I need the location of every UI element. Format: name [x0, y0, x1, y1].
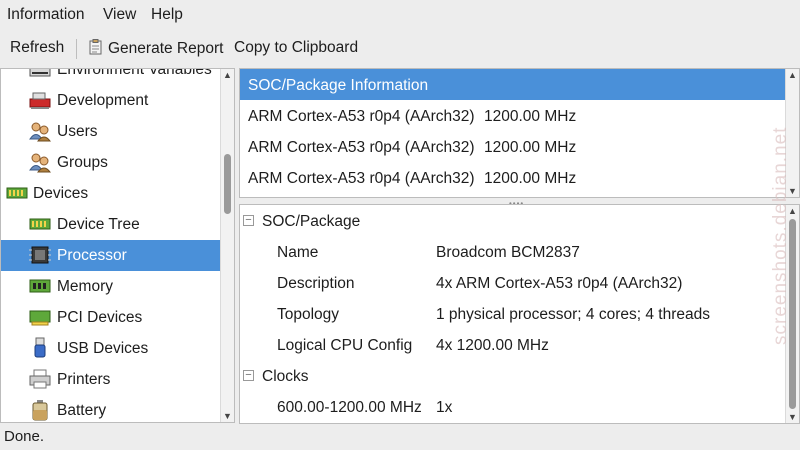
toolbar-separator — [76, 39, 77, 59]
property-row: Name Broadcom BCM2837 — [240, 237, 786, 268]
refresh-button[interactable]: Refresh — [10, 39, 64, 57]
scroll-down-icon[interactable]: ▼ — [223, 411, 232, 421]
property-value: 4x ARM Cortex-A53 r0p4 (AArch32) — [436, 275, 683, 292]
sidebar-item-label: Devices — [33, 185, 89, 202]
collapse-icon[interactable]: − — [243, 215, 254, 226]
sidebar-item-printers[interactable]: Printers — [1, 364, 221, 395]
sidebar-item-label: Battery — [57, 402, 107, 419]
sidebar-item-environment-variables[interactable]: Environment Variables — [1, 68, 221, 85]
section-title: Clocks — [262, 368, 309, 385]
users-icon — [29, 120, 52, 142]
battery-icon — [29, 399, 51, 421]
devices-icon — [6, 182, 28, 204]
processor-row[interactable]: ARM Cortex-A53 r0p4 (AArch32) 1200.00 MH… — [240, 131, 786, 162]
sidebar-item-label: Environment Variables — [57, 68, 212, 78]
property-row: 600.00-1200.00 MHz 1x — [240, 392, 786, 423]
copy-to-clipboard-button[interactable]: Copy to Clipboard — [234, 39, 358, 57]
sidebar-item-label: Printers — [57, 371, 111, 388]
pci-icon — [29, 306, 51, 328]
groups-icon — [29, 151, 52, 173]
row-name: ARM Cortex-A53 r0p4 (AArch32) — [248, 108, 475, 125]
details-pane: − SOC/Package Name Broadcom BCM2837 Desc… — [239, 204, 800, 424]
section-title: SOC/Package — [262, 213, 361, 230]
sidebar-item-users[interactable]: Users — [1, 116, 221, 147]
processor-row[interactable]: ARM Cortex-A53 r0p4 (AArch32) 1200.00 MH… — [240, 100, 786, 131]
sidebar-item-label: USB Devices — [57, 340, 149, 357]
watermark: screenshots.debian.net — [770, 126, 791, 345]
property-key: Name — [277, 244, 319, 261]
sidebar-item-development[interactable]: Development — [1, 85, 221, 116]
property-value: 1 physical processor; 4 cores; 4 threads — [436, 306, 710, 323]
menu-bar: Information View Help — [0, 0, 800, 30]
report-icon — [89, 39, 102, 55]
property-value: 1x — [436, 399, 453, 416]
property-key: Logical CPU Config — [277, 337, 413, 354]
sidebar-item-label: Memory — [57, 278, 113, 295]
toolbar: Refresh Generate Report Copy to Clipboar… — [0, 33, 800, 63]
menu-information[interactable]: Information — [7, 6, 85, 24]
processor-list[interactable]: SOC/Package Information ARM Cortex-A53 r… — [239, 68, 800, 198]
property-row: Logical CPU Config 4x 1200.00 MHz — [240, 330, 786, 361]
sidebar-item-processor[interactable]: Processor — [1, 240, 221, 271]
development-icon — [29, 89, 51, 111]
sidebar-item-usb-devices[interactable]: USB Devices — [1, 333, 221, 364]
collapse-icon[interactable]: − — [243, 370, 254, 381]
row-name: SOC/Package Information — [248, 77, 429, 94]
property-row: Description 4x ARM Cortex-A53 r0p4 (AArc… — [240, 268, 786, 299]
section-clocks: − Clocks — [240, 361, 786, 392]
property-row: Topology 1 physical processor; 4 cores; … — [240, 299, 786, 330]
env-icon — [29, 69, 51, 80]
scroll-thumb[interactable] — [224, 154, 231, 214]
row-frequency: 1200.00 MHz — [484, 108, 577, 125]
sidebar-item-battery[interactable]: Battery — [1, 395, 221, 422]
device-tree-icon — [29, 213, 51, 235]
property-key: Topology — [277, 306, 340, 323]
printer-icon — [29, 368, 51, 390]
row-name: ARM Cortex-A53 r0p4 (AArch32) — [248, 139, 475, 156]
processor-icon — [29, 244, 51, 266]
processor-row-soc[interactable]: SOC/Package Information — [240, 69, 786, 100]
property-key: 600.00-1200.00 MHz — [277, 399, 422, 416]
sidebar-item-devices[interactable]: Devices — [1, 178, 221, 209]
processor-row[interactable]: ARM Cortex-A53 r0p4 (AArch32) 1200.00 MH… — [240, 162, 786, 193]
sidebar-tree[interactable]: Environment Variables Development Users … — [0, 68, 235, 423]
sidebar-item-label: Device Tree — [57, 216, 140, 233]
sidebar-item-label: Processor — [57, 247, 127, 264]
memory-icon — [29, 275, 51, 297]
sidebar-item-label: Groups — [57, 154, 108, 171]
menu-view[interactable]: View — [103, 6, 136, 24]
sidebar-item-label: Development — [57, 92, 149, 109]
sidebar-item-label: Users — [57, 123, 98, 140]
scroll-up-icon[interactable]: ▲ — [223, 70, 232, 80]
property-value: 4x 1200.00 MHz — [436, 337, 549, 354]
generate-report-button[interactable]: Generate Report — [89, 39, 223, 58]
sidebar-scrollbar[interactable]: ▲ ▼ — [220, 69, 234, 422]
row-name: ARM Cortex-A53 r0p4 (AArch32) — [248, 170, 475, 187]
row-frequency: 1200.00 MHz — [484, 170, 577, 187]
generate-report-label: Generate Report — [108, 40, 224, 57]
property-key: Description — [277, 275, 355, 292]
row-frequency: 1200.00 MHz — [484, 139, 577, 156]
section-soc-package: − SOC/Package — [240, 206, 786, 237]
sidebar-item-groups[interactable]: Groups — [1, 147, 221, 178]
sidebar-item-device-tree[interactable]: Device Tree — [1, 209, 221, 240]
sidebar-item-memory[interactable]: Memory — [1, 271, 221, 302]
status-bar: Done. — [4, 428, 45, 445]
usb-icon — [29, 337, 51, 359]
property-value: Broadcom BCM2837 — [436, 244, 580, 261]
menu-help[interactable]: Help — [151, 6, 183, 24]
scroll-down-icon[interactable]: ▼ — [788, 412, 797, 422]
scroll-up-icon[interactable]: ▲ — [788, 70, 797, 80]
sidebar-item-label: PCI Devices — [57, 309, 143, 326]
sidebar-item-pci-devices[interactable]: PCI Devices — [1, 302, 221, 333]
